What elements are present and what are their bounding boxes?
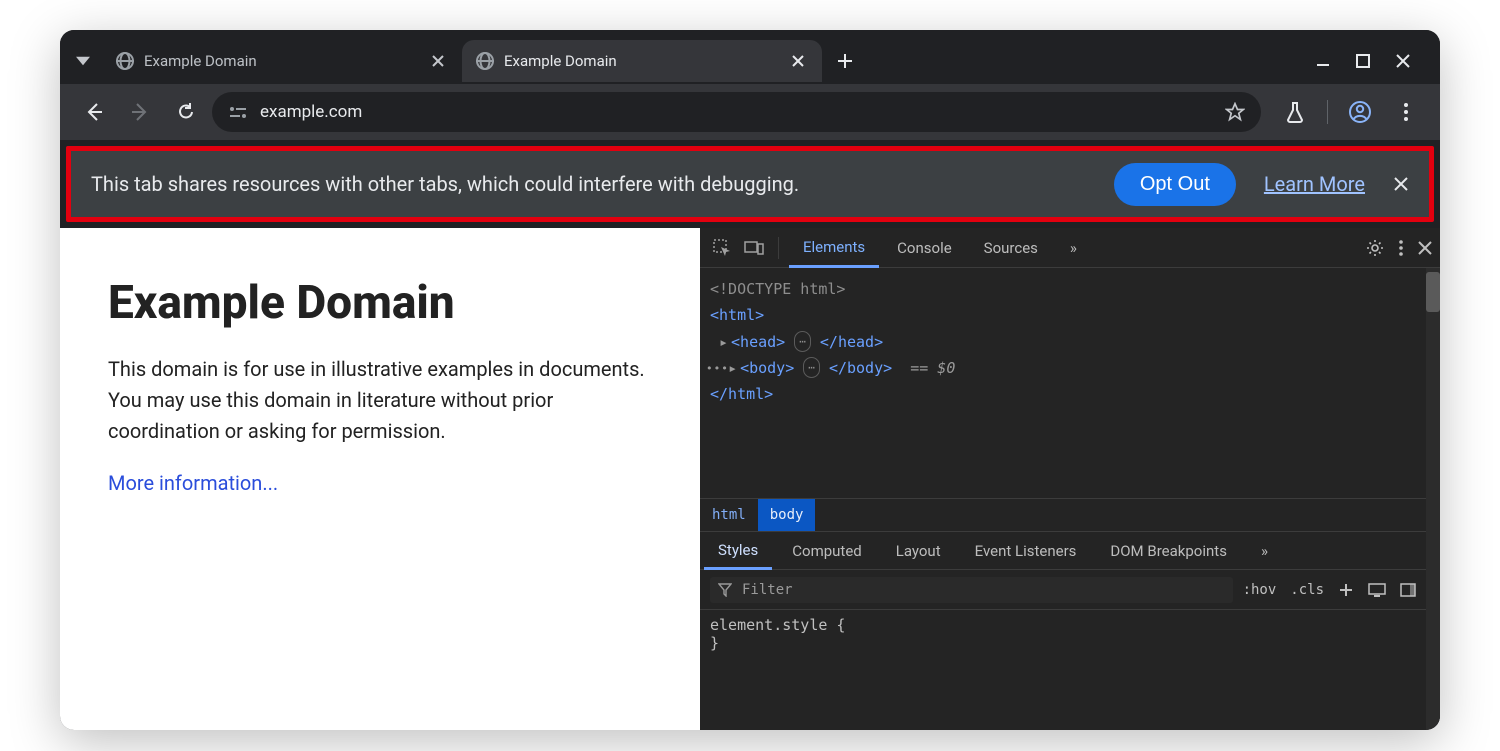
style-rule-line: } xyxy=(710,634,1416,652)
globe-icon xyxy=(476,52,494,70)
dom-breakpoints-tab[interactable]: DOM Breakpoints xyxy=(1096,532,1241,570)
address-bar[interactable]: example.com xyxy=(212,92,1261,132)
event-listeners-tab[interactable]: Event Listeners xyxy=(961,532,1091,570)
url-text: example.com xyxy=(260,102,362,122)
close-tab-button[interactable] xyxy=(788,51,808,71)
computed-styles-icon[interactable] xyxy=(1368,583,1386,597)
dom-selected-indicator: == $0 xyxy=(910,359,955,377)
tab-title: Example Domain xyxy=(504,52,778,70)
hov-toggle[interactable]: :hov xyxy=(1243,582,1277,598)
reload-button[interactable] xyxy=(166,92,206,132)
crumb-body[interactable]: body xyxy=(758,499,816,531)
minimize-button[interactable] xyxy=(1316,54,1330,68)
profile-icon[interactable] xyxy=(1340,92,1380,132)
inspect-element-icon[interactable] xyxy=(708,239,736,257)
globe-icon xyxy=(116,52,134,70)
crumb-html[interactable]: html xyxy=(700,499,758,531)
dom-breadcrumbs: html body xyxy=(700,498,1426,532)
tab-title: Example Domain xyxy=(144,52,418,70)
content-area: Example Domain This domain is for use in… xyxy=(60,228,1440,730)
dom-html-close: </html> xyxy=(710,385,773,403)
more-style-tabs[interactable]: » xyxy=(1247,532,1282,570)
site-info-icon[interactable] xyxy=(228,105,248,119)
elements-tab[interactable]: Elements xyxy=(789,228,879,268)
tab-inactive[interactable]: Example Domain xyxy=(102,40,462,82)
scrollbar-thumb[interactable] xyxy=(1426,272,1440,312)
chrome-menu-button[interactable] xyxy=(1386,92,1426,132)
filter-icon xyxy=(718,583,732,597)
devtools-scrollbar[interactable] xyxy=(1426,268,1440,730)
devtools-panel: Elements Console Sources » xyxy=(700,228,1440,730)
more-information-link[interactable]: More information... xyxy=(108,471,278,495)
browser-window: Example Domain Example Domain xyxy=(60,30,1440,730)
page-heading: Example Domain xyxy=(108,276,652,330)
new-style-rule-icon[interactable] xyxy=(1338,582,1354,598)
tab-active[interactable]: Example Domain xyxy=(462,40,822,82)
window-controls xyxy=(1294,54,1432,68)
rendered-page: Example Domain This domain is for use in… xyxy=(60,228,700,730)
forward-button[interactable] xyxy=(120,92,160,132)
dom-doctype: <!DOCTYPE html> xyxy=(710,280,845,298)
close-window-button[interactable] xyxy=(1396,54,1410,68)
debug-infobar: This tab shares resources with other tab… xyxy=(66,146,1434,222)
more-tabs-button[interactable]: » xyxy=(1056,228,1091,268)
devtools-menu-icon[interactable] xyxy=(1398,239,1404,257)
device-toolbar-icon[interactable] xyxy=(740,240,768,256)
styles-body[interactable]: element.style { } xyxy=(700,610,1426,658)
learn-more-link[interactable]: Learn More xyxy=(1264,172,1365,196)
infobar-close-button[interactable] xyxy=(1393,176,1409,192)
styles-pane-toggle-icon[interactable] xyxy=(1400,583,1416,597)
maximize-button[interactable] xyxy=(1356,54,1370,68)
styles-filter-input[interactable]: Filter xyxy=(710,577,1233,603)
toolbar: example.com xyxy=(60,84,1440,140)
page-paragraph: This domain is for use in illustrative e… xyxy=(108,354,652,447)
bookmark-star-icon[interactable] xyxy=(1225,102,1245,122)
tab-strip: Example Domain Example Domain xyxy=(60,30,1440,84)
infobar-message: This tab shares resources with other tab… xyxy=(91,172,1086,196)
labs-icon[interactable] xyxy=(1275,92,1315,132)
computed-tab[interactable]: Computed xyxy=(778,532,876,570)
devtools-settings-icon[interactable] xyxy=(1366,239,1384,257)
layout-tab[interactable]: Layout xyxy=(882,532,955,570)
styles-tabbar: Styles Computed Layout Event Listeners D… xyxy=(700,532,1426,570)
styles-tab[interactable]: Styles xyxy=(704,532,772,570)
opt-out-button[interactable]: Opt Out xyxy=(1114,163,1236,206)
styles-filter-bar: Filter :hov .cls xyxy=(700,570,1426,610)
filter-placeholder: Filter xyxy=(742,582,793,598)
console-tab[interactable]: Console xyxy=(883,228,966,268)
devtools-close-icon[interactable] xyxy=(1418,241,1432,255)
tab-search-button[interactable] xyxy=(68,46,98,76)
cls-toggle[interactable]: .cls xyxy=(1290,582,1324,598)
dom-tree[interactable]: <!DOCTYPE html> <html> ▸<head> ⋯ </head>… xyxy=(700,268,1426,498)
sources-tab[interactable]: Sources xyxy=(970,228,1052,268)
dom-html-open: <html> xyxy=(710,306,764,324)
back-button[interactable] xyxy=(74,92,114,132)
style-rule-line: element.style { xyxy=(710,616,1416,634)
new-tab-button[interactable] xyxy=(828,44,862,78)
devtools-tabbar: Elements Console Sources » xyxy=(700,228,1440,268)
close-tab-button[interactable] xyxy=(428,51,448,71)
